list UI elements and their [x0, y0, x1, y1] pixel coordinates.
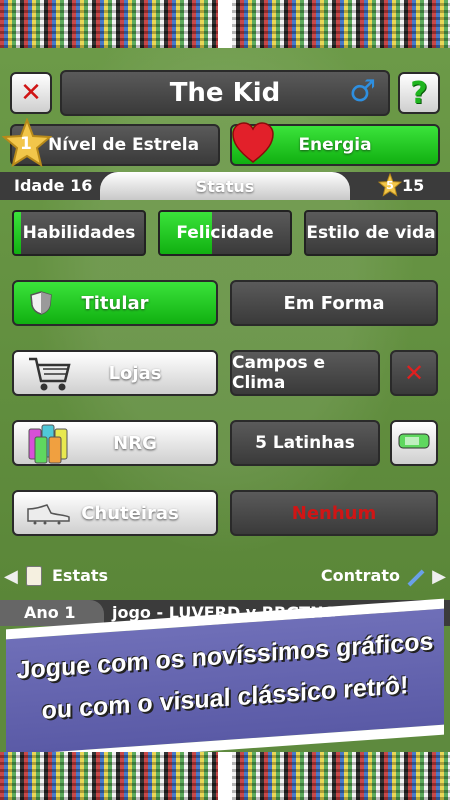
- happiness-label: Felicidade: [176, 223, 274, 243]
- fields-remove-button[interactable]: ✕: [390, 350, 438, 396]
- drink-can-button[interactable]: [390, 420, 438, 466]
- status-tab[interactable]: Status: [100, 172, 350, 200]
- clipboard-icon: [26, 566, 42, 586]
- happiness-bar[interactable]: Felicidade: [158, 210, 292, 256]
- fitness-label: Em Forma: [283, 292, 385, 314]
- star-level-number: 1: [20, 134, 32, 154]
- small-star-number: 5: [386, 178, 394, 192]
- nav-row: ◀ Estats Contrato ▶: [0, 560, 450, 594]
- year-label: Ano 1: [24, 603, 76, 622]
- age-label: Idade 16: [14, 176, 93, 195]
- energy-label: Energia: [298, 135, 372, 155]
- player-name: The Kid: [169, 78, 281, 108]
- skills-bar[interactable]: Habilidades: [12, 210, 146, 256]
- crowd-top-image: [0, 0, 450, 48]
- x-icon: ✕: [403, 359, 425, 387]
- shopping-cart-icon: [26, 354, 72, 394]
- pen-icon: [407, 569, 425, 587]
- star-count: 15: [402, 176, 425, 195]
- cans-count-label: 5 Latinhas: [255, 433, 355, 453]
- lifestyle-bar[interactable]: Estilo de vida: [304, 210, 438, 256]
- stats-link[interactable]: Estats: [52, 566, 108, 585]
- close-button[interactable]: ✕: [10, 72, 52, 114]
- status-tab-label: Status: [195, 176, 255, 196]
- boots-status-button[interactable]: Nenhum: [230, 490, 438, 536]
- close-icon: ✕: [20, 78, 42, 108]
- drink-can-icon: [397, 431, 431, 456]
- star-level-label: Nível de Estrela: [48, 135, 200, 155]
- skills-label: Habilidades: [22, 223, 136, 243]
- starter-label: Titular: [81, 292, 149, 314]
- fitness-button[interactable]: Em Forma: [230, 280, 438, 326]
- question-icon: ?: [410, 75, 428, 111]
- crowd-bottom-image: [0, 752, 450, 800]
- lifestyle-label: Estilo de vida: [306, 223, 436, 243]
- football-boot-icon: [24, 500, 72, 526]
- shops-label: Lojas: [108, 362, 162, 384]
- player-name-bar: The Kid ♂: [60, 70, 390, 116]
- energy-drink-cans-icon: [24, 416, 74, 466]
- fields-weather-button[interactable]: Campos e Clima: [230, 350, 380, 396]
- boots-status-label: Nenhum: [291, 502, 377, 524]
- male-gender-icon: ♂: [349, 74, 376, 109]
- small-star-icon: 5: [378, 173, 402, 197]
- left-arrow-icon[interactable]: ◀: [4, 566, 18, 587]
- help-button[interactable]: ?: [398, 72, 440, 114]
- contract-link[interactable]: Contrato: [321, 566, 400, 585]
- heart-icon: [230, 120, 276, 166]
- right-arrow-icon[interactable]: ▶: [432, 566, 446, 587]
- boots-label: Chuteiras: [81, 502, 179, 524]
- nrg-label: NRG: [113, 432, 157, 454]
- shield-icon: [28, 290, 54, 316]
- cans-count-button[interactable]: 5 Latinhas: [230, 420, 380, 466]
- fields-weather-label: Campos e Clima: [232, 353, 326, 393]
